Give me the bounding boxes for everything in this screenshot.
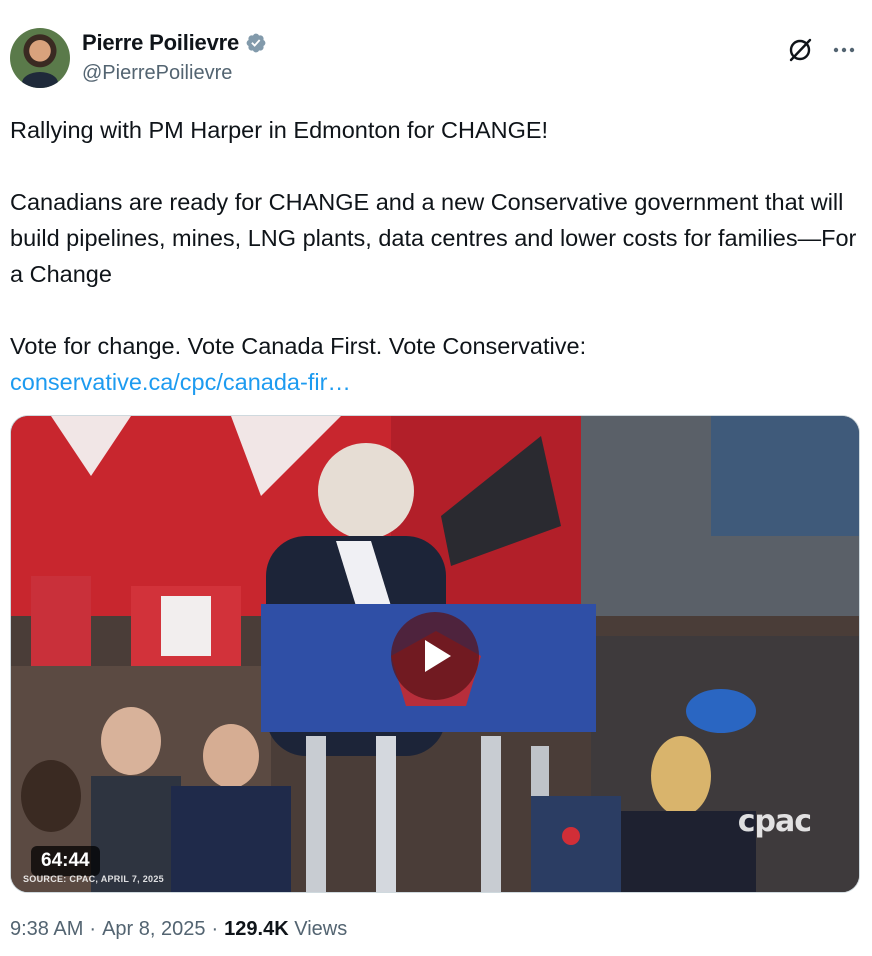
meta-separator-2: · — [211, 918, 219, 940]
video-duration: 64:44 — [31, 846, 100, 876]
tweet-date[interactable]: Apr 8, 2025 — [102, 918, 205, 941]
tweet-time[interactable]: 9:38 AM — [10, 918, 83, 941]
play-button[interactable] — [391, 612, 479, 700]
author-name-row: Pierre Poilievre — [82, 30, 267, 56]
tweet-meta: 9:38 AM · Apr 8, 2025 · 129.4K Views — [10, 918, 347, 941]
tweet-line-3: Vote for change. Vote Canada First. Vote… — [10, 333, 587, 359]
tweet-link[interactable]: conservative.ca/cpc/canada-fir… — [10, 369, 351, 395]
views-count: 129.4K — [224, 918, 289, 940]
author-name[interactable]: Pierre Poilievre — [82, 30, 239, 56]
more-options-icon[interactable] — [830, 36, 858, 64]
views-label: Views — [294, 918, 348, 940]
author-handle[interactable]: @PierrePoilievre — [82, 62, 232, 85]
tweet-line-1: Rallying with PM Harper in Edmonton for … — [10, 117, 549, 143]
verified-badge-icon — [246, 33, 266, 53]
avatar[interactable] — [10, 28, 70, 88]
tweet-text: Rallying with PM Harper in Edmonton for … — [10, 112, 862, 400]
cpac-watermark: cpac — [737, 804, 812, 839]
grok-icon[interactable] — [786, 36, 814, 64]
tweet-line-2: Canadians are ready for CHANGE and a new… — [10, 189, 863, 287]
video-source: SOURCE: CPAC, APRIL 7, 2025 — [23, 874, 164, 884]
tweet-header: Pierre Poilievre @PierrePoilievre — [10, 28, 862, 90]
video-player[interactable]: cpac 64:44 SOURCE: CPAC, APRIL 7, 2025 — [10, 415, 860, 893]
meta-separator-1: · — [89, 918, 97, 940]
play-icon — [425, 640, 451, 672]
